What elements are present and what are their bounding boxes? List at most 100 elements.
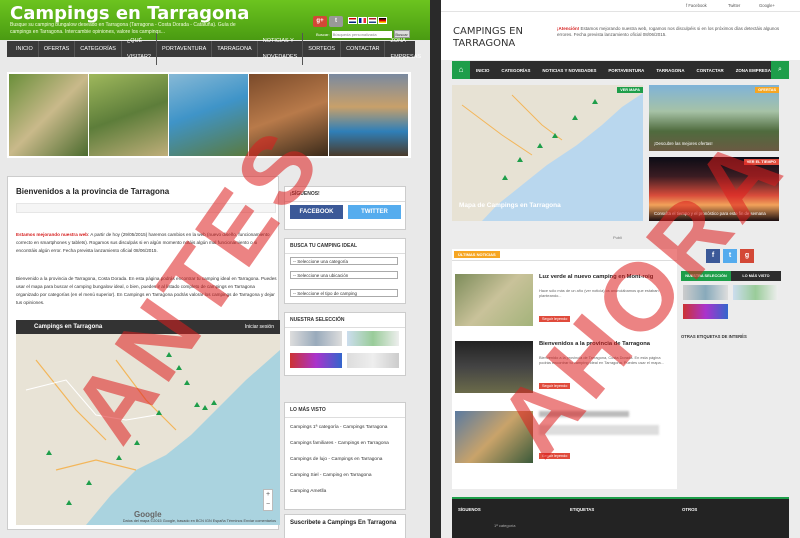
nav-item-categorias[interactable]: CATEGORÍAS <box>75 41 122 57</box>
camping-marker-icon[interactable] <box>211 400 217 405</box>
camping-marker-icon[interactable] <box>46 450 52 455</box>
article-image[interactable] <box>455 341 533 393</box>
camping-marker-icon[interactable] <box>194 402 200 407</box>
camping-marker-icon[interactable] <box>537 143 543 148</box>
location-select[interactable]: -- Seleccione una ubicación <box>290 271 398 279</box>
article-image[interactable] <box>455 411 533 463</box>
nav-item-tarragona[interactable]: TARRAGONA <box>212 41 258 57</box>
top-facebook-link[interactable]: f Facebook <box>686 3 707 8</box>
site-title[interactable]: Campings en Tarragona <box>10 3 249 24</box>
search-input[interactable]: Búsqueda personalizada <box>331 30 392 38</box>
article-title[interactable] <box>539 411 629 417</box>
footer-tag-item[interactable]: 1ª categoría <box>494 523 516 528</box>
camping-marker-icon[interactable] <box>592 99 598 104</box>
tab-most-seen[interactable]: LO MÁS VISTO <box>731 271 781 281</box>
twitter-button[interactable]: TWITTER <box>348 205 401 219</box>
article-desc: Bienvenido a la provincia de Tarragona, … <box>539 355 664 365</box>
camping-marker-icon[interactable] <box>116 455 122 460</box>
nav-item-sorteos[interactable]: SORTEOS <box>303 41 342 57</box>
camping-marker-icon[interactable] <box>176 365 182 370</box>
selection-thumb[interactable] <box>347 331 399 346</box>
embedded-map[interactable]: Campings en Tarragona Iniciar sesión + − … <box>16 320 280 525</box>
flag-uk-icon[interactable] <box>348 17 357 24</box>
nav-item-contactar[interactable]: CONTACTAR <box>341 41 386 57</box>
nav-item-portaventura[interactable]: PORTAVENTURA <box>602 68 650 73</box>
selection-thumb[interactable] <box>683 304 728 319</box>
nav-item-noticias[interactable]: NOTICIAS Y NOVEDADES <box>536 68 602 73</box>
camping-marker-icon[interactable] <box>156 410 162 415</box>
weather-badge[interactable]: VER EL TIEMPO <box>743 159 779 165</box>
read-more-button[interactable]: Seguir leyendo <box>539 316 571 322</box>
offers-badge[interactable]: OFERTAS <box>755 87 779 93</box>
map-title: Campings en Tarragona <box>34 324 103 330</box>
camping-marker-icon[interactable] <box>66 500 72 505</box>
camping-marker-icon[interactable] <box>134 440 140 445</box>
twitter-icon[interactable]: t <box>723 249 737 263</box>
most-seen-item[interactable]: Campings 1ª categoría - Campings Tarrago… <box>290 425 387 430</box>
selection-thumb[interactable] <box>290 331 342 346</box>
camping-marker-icon[interactable] <box>166 352 172 357</box>
nav-item-categorias[interactable]: CATEGORÍAS <box>495 68 536 73</box>
offers-caption[interactable]: ¡Descubre las mejores ofertas! <box>654 141 713 146</box>
nav-item-portaventura[interactable]: PORTAVENTURA <box>157 41 213 57</box>
tags-title: OTRAS ETIQUETAS DE INTERÉS <box>681 334 747 339</box>
category-select[interactable]: -- Seleccione una categoría <box>290 257 398 265</box>
news-article[interactable]: Seguir leyendo <box>455 411 674 467</box>
camping-marker-icon[interactable] <box>552 133 558 138</box>
facebook-icon[interactable]: f <box>706 249 720 263</box>
weather-card[interactable]: VER EL TIEMPO Consulta el tiempo y el pr… <box>649 157 779 221</box>
camping-marker-icon[interactable] <box>572 115 578 120</box>
follow-box: ¡SÍGUENOS! FACEBOOK TWITTER <box>284 186 406 230</box>
featured-map[interactable]: VER MAPA Mapa de Campings en Tarragona <box>452 85 643 221</box>
tuenti-button[interactable]: t <box>329 16 343 27</box>
most-seen-item[interactable]: Camping Ametlla <box>290 489 326 494</box>
google-plus-icon[interactable]: g <box>740 249 754 263</box>
most-seen-item[interactable]: Campings de lujo - Campings en Tarragona <box>290 457 382 462</box>
selection-thumb[interactable] <box>290 353 342 368</box>
camping-marker-icon[interactable] <box>502 175 508 180</box>
map-signin-link[interactable]: Iniciar sesión <box>245 320 274 334</box>
news-article[interactable]: Luz verde al nuevo camping en Mont-roig … <box>455 274 674 330</box>
nav-item-zona-empresas[interactable]: ZONA EMPRESAS <box>385 33 426 65</box>
flag-nl-icon[interactable] <box>368 17 377 24</box>
home-icon[interactable]: ⌂ <box>452 61 470 79</box>
selection-thumb[interactable] <box>733 285 778 300</box>
nav-item-ofertas[interactable]: OFERTAS <box>39 41 76 57</box>
nav-item-noticias[interactable]: NOTICIAS Y NOVEDADES <box>258 33 304 65</box>
article-title[interactable]: Luz verde al nuevo camping en Mont-roig <box>539 274 674 280</box>
flag-fr-icon[interactable] <box>358 17 367 24</box>
most-seen-item[interactable]: Campings familiares - Campings en Tarrag… <box>290 441 389 446</box>
read-more-button[interactable]: Seguir leyendo <box>539 383 571 389</box>
map-zoom-control[interactable]: + − <box>263 489 273 511</box>
camping-marker-icon[interactable] <box>184 380 190 385</box>
weather-caption[interactable]: Consulta el tiempo y el pronóstico para … <box>654 211 766 216</box>
nav-item-que-visitar[interactable]: ¿QUÉ VISITAR? <box>122 33 157 65</box>
read-more-button[interactable]: Seguir leyendo <box>539 453 571 459</box>
news-article[interactable]: Bienvenidos a la provincia de Tarragona … <box>455 341 674 397</box>
site-logo[interactable]: CAMPINGS EN TARRAGONA <box>453 26 533 50</box>
nav-item-inicio[interactable]: INICIO <box>470 68 495 73</box>
type-select[interactable]: -- Seleccione el tipo de camping <box>290 289 398 297</box>
facebook-button[interactable]: FACEBOOK <box>290 205 343 219</box>
selection-thumb[interactable] <box>347 353 399 368</box>
most-seen-item[interactable]: Camping Siel - Camping en Tarragona <box>290 473 372 478</box>
google-plus-button[interactable]: g+ <box>313 16 327 27</box>
tab-selection[interactable]: NUESTRA SELECCIÓN <box>681 271 731 281</box>
map-caption[interactable]: Mapa de Campings en Tarragona <box>459 202 561 209</box>
camping-marker-icon[interactable] <box>202 405 208 410</box>
search-icon[interactable]: ⌕ <box>771 61 789 79</box>
nav-item-inicio[interactable]: INICIO <box>11 41 39 57</box>
top-twitter-link[interactable]: Twitter <box>728 3 740 8</box>
selection-box: NUESTRA SELECCIÓN <box>284 312 406 376</box>
article-image[interactable] <box>455 274 533 326</box>
top-google-link[interactable]: Google+ <box>759 3 775 8</box>
nav-item-tarragona[interactable]: TARRAGONA <box>650 68 690 73</box>
nav-item-contactar[interactable]: CONTACTAR <box>691 68 730 73</box>
offers-card[interactable]: OFERTAS ¡Descubre las mejores ofertas! <box>649 85 779 151</box>
article-title[interactable]: Bienvenidos a la provincia de Tarragona <box>539 341 674 347</box>
camping-marker-icon[interactable] <box>86 480 92 485</box>
camping-marker-icon[interactable] <box>517 157 523 162</box>
flag-de-icon[interactable] <box>378 17 387 24</box>
selection-thumb[interactable] <box>683 285 728 300</box>
view-map-badge[interactable]: VER MAPA <box>617 87 643 93</box>
